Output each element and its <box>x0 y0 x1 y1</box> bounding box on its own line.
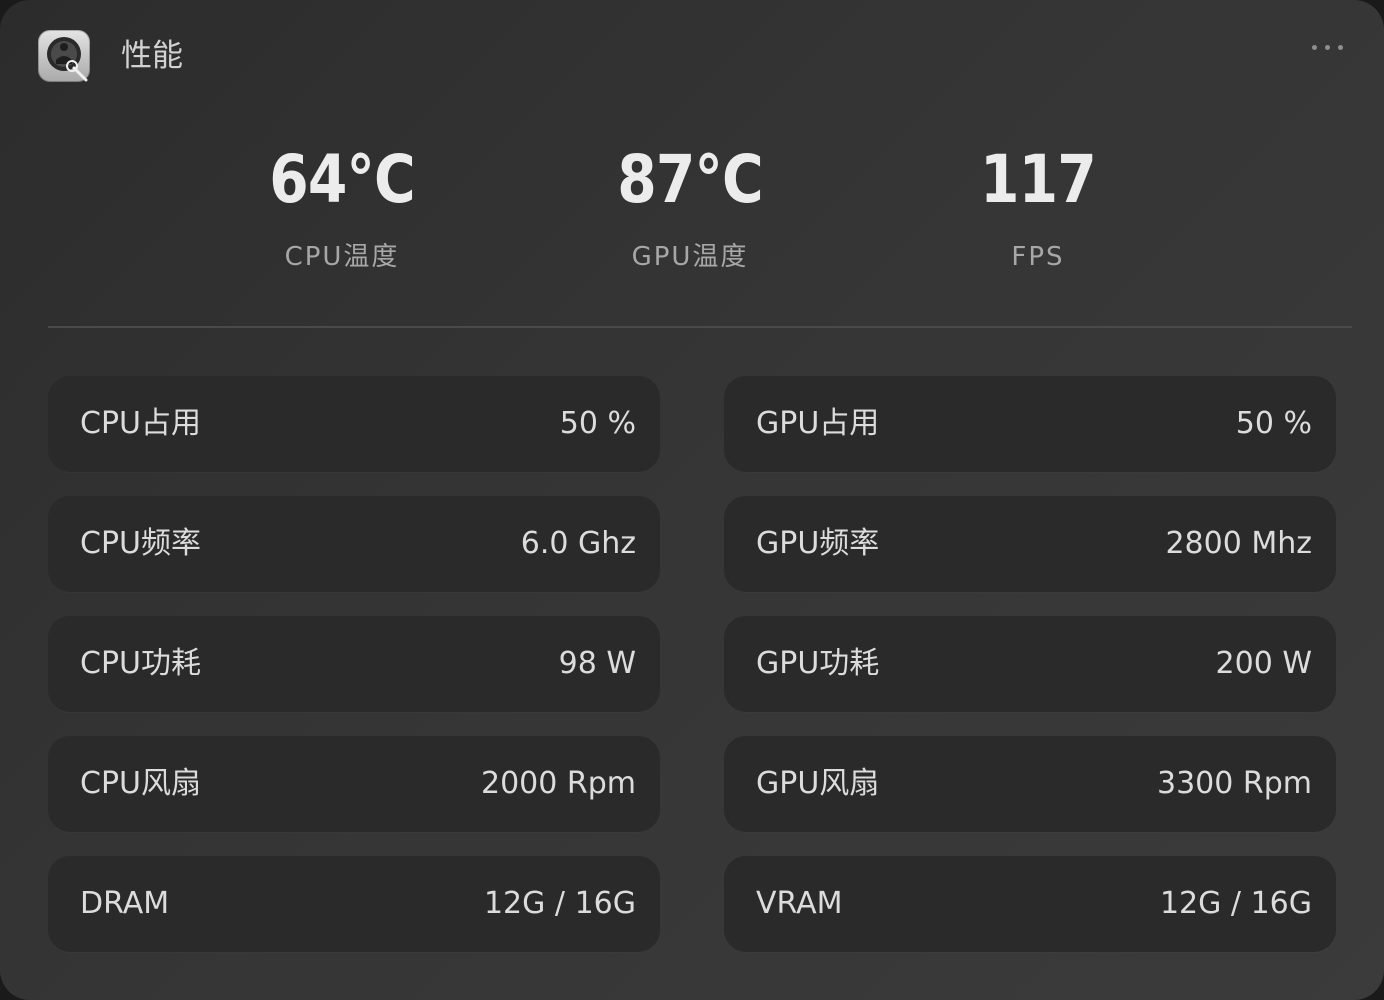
cpu-power-card: CPU功耗 98 W <box>48 616 660 712</box>
cpu-fan-card: CPU风扇 2000 Rpm <box>48 736 660 832</box>
fps-stat: 117 FPS <box>888 140 1188 274</box>
metric-value: 98 W <box>558 646 636 681</box>
widget-title: 性能 <box>121 38 183 74</box>
metric-value: 3300 Rpm <box>1157 766 1312 801</box>
more-dot <box>1338 45 1343 50</box>
more-dot <box>1312 45 1317 50</box>
metric-label: CPU功耗 <box>80 646 201 681</box>
metric-value: 2800 Mhz <box>1165 526 1312 561</box>
gpu-fan-card: GPU风扇 3300 Rpm <box>724 736 1336 832</box>
metric-value: 50 % <box>1235 406 1312 441</box>
cpu-temperature-stat: 64°C CPU温度 <box>192 140 492 274</box>
gpu-temperature-value: 87°C <box>617 141 763 218</box>
performance-monitor-icon[interactable] <box>38 30 90 82</box>
more-options-icon[interactable] <box>1308 34 1348 62</box>
metric-value: 50 % <box>559 406 636 441</box>
gpu-power-card: GPU功耗 200 W <box>724 616 1336 712</box>
metric-label: CPU占用 <box>80 406 201 441</box>
cpu-frequency-card: CPU频率 6.0 Ghz <box>48 496 660 592</box>
section-divider <box>48 326 1352 328</box>
metric-label: CPU频率 <box>80 526 201 561</box>
metric-value: 12G / 16G <box>1159 886 1312 921</box>
metric-value: 6.0 Ghz <box>520 526 636 561</box>
gpu-temperature-label: GPU温度 <box>631 242 749 272</box>
gpu-usage-card: GPU占用 50 % <box>724 376 1336 472</box>
metric-label: GPU频率 <box>756 526 880 561</box>
metric-label: GPU风扇 <box>756 766 880 801</box>
metric-label: GPU功耗 <box>756 646 880 681</box>
metric-value: 200 W <box>1215 646 1312 681</box>
cpu-temperature-value: 64°C <box>269 141 415 218</box>
more-dot <box>1325 45 1330 50</box>
dram-card: DRAM 12G / 16G <box>48 856 660 952</box>
performance-widget: 性能 64°C CPU温度 87°C GPU温度 117 FPS CPU占用 5… <box>0 0 1384 1000</box>
fps-label: FPS <box>1011 242 1065 272</box>
vram-card: VRAM 12G / 16G <box>724 856 1336 952</box>
metric-label: GPU占用 <box>756 406 880 441</box>
cpu-usage-card: CPU占用 50 % <box>48 376 660 472</box>
metric-label: VRAM <box>756 886 843 921</box>
gpu-frequency-card: GPU频率 2800 Mhz <box>724 496 1336 592</box>
fps-value: 117 <box>980 141 1097 218</box>
metric-label: CPU风扇 <box>80 766 201 801</box>
cpu-temperature-label: CPU温度 <box>284 242 400 272</box>
gpu-temperature-stat: 87°C GPU温度 <box>540 140 840 274</box>
metric-value: 12G / 16G <box>483 886 636 921</box>
metric-value: 2000 Rpm <box>481 766 636 801</box>
metric-label: DRAM <box>80 886 170 921</box>
